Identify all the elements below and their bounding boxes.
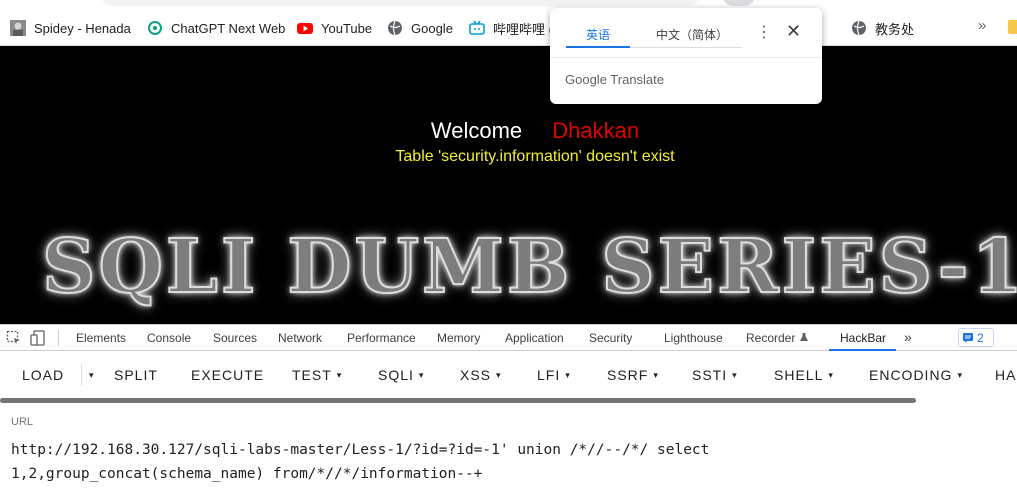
tab-recorder[interactable]: Recorder [746,331,809,345]
ssti-menu[interactable]: SSTI ▾ [692,367,738,383]
sql-error-message: Table 'security.information' doesn't exi… [395,148,675,165]
tab-performance[interactable]: Performance [347,331,416,345]
caret-down-icon: ▾ [653,370,659,380]
tab-security[interactable]: Security [589,331,632,345]
device-toolbar-icon[interactable] [30,330,46,346]
caret-down-icon: ▾ [418,370,425,380]
tab-elements[interactable]: Elements [76,331,126,345]
bookmark-google[interactable]: Google [387,18,453,38]
menu-label: TEST [292,367,332,383]
url-line-1: http://192.168.30.127/sqli-labs-master/L… [11,442,710,458]
bookmark-spidey[interactable]: Spidey - Henada [10,18,131,38]
youtube-icon [297,20,313,36]
tab-hackbar[interactable]: HackBar [840,331,886,345]
tab-target-language[interactable]: 中文（简体） [642,26,742,43]
divider [81,364,82,386]
ssrf-menu[interactable]: SSRF ▾ [607,367,659,383]
load-button[interactable]: LOAD [22,367,64,383]
bookmark-label: Spidey - Henada [34,20,131,36]
bookmark-label: 哔哩哔哩 ( [493,21,553,37]
inspect-element-icon[interactable] [6,330,22,346]
lfi-menu[interactable]: LFI ▾ [537,367,571,383]
url-line-2: 1,2,group_concat(schema_name) from/*//*/… [11,466,483,482]
issues-count: 2 [977,330,984,345]
bilibili-icon [469,20,485,36]
message-icon [963,332,973,343]
devtools-tab-bar: Elements Console Sources Network Perform… [0,324,1017,351]
welcome-text: Welcome [430,118,523,143]
bookmark-label: 教务处 [875,21,915,37]
page-content: Welcome Dhakkan Table 'security.informat… [0,46,1017,324]
url-textarea[interactable]: http://192.168.30.127/sqli-labs-master/L… [11,438,1011,486]
sqli-menu[interactable]: SQLI ▾ [378,367,424,383]
welcome-line: Welcome Dhakkan [0,118,1017,144]
bookmark-label: YouTube [321,20,373,36]
caret-down-icon: ▾ [732,370,738,380]
bookmark-label: ChatGPT Next Web [171,20,286,36]
xss-menu[interactable]: XSS ▾ [460,367,502,383]
address-bar[interactable] [100,0,700,6]
globe-icon [387,20,403,36]
tab-source-language[interactable]: 英语 [566,26,630,43]
browser-window: Spidey - Henada ChatGPT Next Web YouTube… [0,0,1017,499]
tab-lighthouse[interactable]: Lighthouse [664,331,723,345]
tab-console[interactable]: Console [147,331,191,345]
caret-down-icon: ▾ [565,370,571,380]
devtools-panel: Elements Console Sources Network Perform… [0,324,1017,499]
menu-label: SQLI [378,367,414,383]
bookmarks-overflow-button[interactable]: » [978,17,986,34]
bookmark-label: Google [411,20,453,36]
bookmark-bilibili[interactable]: 哔哩哔哩 ( [469,18,553,38]
tab-strip-edge [0,0,1017,8]
tab-application[interactable]: Application [505,331,564,345]
google-translate-brand: Google Translate [565,72,665,87]
caret-down-icon: ▾ [336,370,343,380]
bookmark-chatgpt[interactable]: ChatGPT Next Web [147,18,285,38]
openai-icon [147,20,163,36]
more-options-icon[interactable]: ⋮ [756,22,772,42]
tab-network[interactable]: Network [278,331,322,345]
bookmarks-bar: Spidey - Henada ChatGPT Next Web YouTube… [0,8,1017,46]
hackbar-toolbar: LOAD ▾ SPLIT EXECUTE TEST ▾ SQLI ▾ XSS ▾ LF… [0,352,1017,398]
divider [550,57,822,58]
sqli-banner: SQLI DUMB SERIES-1 [41,223,1017,311]
extension-button[interactable] [722,0,756,6]
caret-down-icon: ▾ [957,370,963,380]
active-tab-indicator [829,349,896,351]
menu-label: ENCODING [869,367,953,383]
menu-label: SHELL [774,367,824,383]
folder-icon[interactable] [1008,20,1017,34]
menu-label: XSS [460,367,492,383]
caret-down-icon: ▾ [828,370,834,380]
tab-memory[interactable]: Memory [437,331,480,345]
url-label: URL [11,416,34,428]
encoding-menu[interactable]: ENCODING ▾ [869,367,963,383]
translate-popup: 英语 中文（简体） ⋮ ✕ Google Translate [550,8,822,104]
divider [58,330,59,346]
bookmark-jiaowuchu[interactable]: 教务处 [851,18,914,38]
avatar-icon [10,20,26,36]
globe-icon [851,20,867,36]
tab-label: Recorder [746,331,796,345]
bookmark-youtube[interactable]: YouTube [297,18,372,38]
shell-menu[interactable]: SHELL ▾ [774,367,834,383]
caret-down-icon: ▾ [496,370,502,380]
more-tabs-button[interactable]: » [904,329,912,345]
caret-down-icon: ▾ [89,370,95,380]
issues-badge[interactable]: 2 [958,328,994,347]
menu-label: SSTI [692,367,728,383]
load-dropdown-button[interactable]: ▾ [84,367,95,383]
menu-label: LFI [537,367,561,383]
split-button[interactable]: SPLIT [114,367,158,383]
test-menu[interactable]: TEST ▾ [292,367,342,383]
execute-button[interactable]: EXECUTE [191,367,264,383]
tab-selected-indicator [566,46,630,48]
user-name: Dhakkan [552,118,640,143]
flask-icon [799,333,808,341]
menu-label: SSRF [607,367,649,383]
hash-menu[interactable]: HA [995,367,1016,383]
close-icon[interactable]: ✕ [786,21,801,42]
horizontal-scrollbar[interactable] [0,398,916,403]
tab-sources[interactable]: Sources [213,331,257,345]
